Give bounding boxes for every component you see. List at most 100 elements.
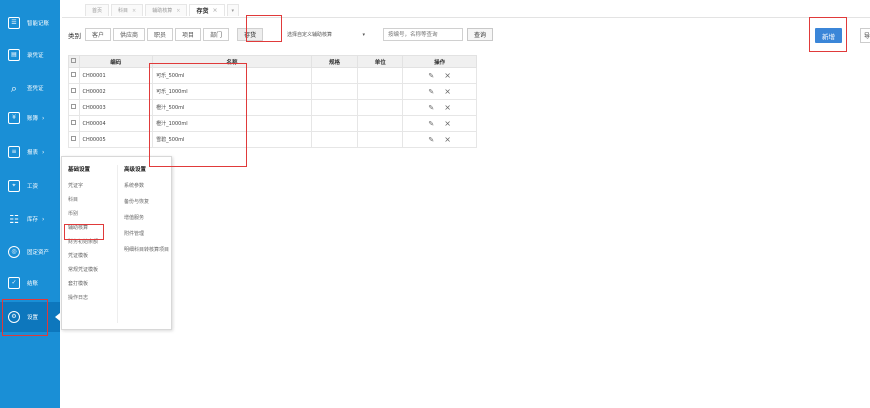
col-code: 编码 — [78, 55, 154, 68]
cell-actions: ✎ × — [402, 67, 477, 84]
monitor-icon: ☰ — [8, 17, 20, 29]
checkbox-icon — [71, 120, 77, 125]
delete-icon[interactable]: × — [444, 135, 451, 144]
menu-item-account-to-project[interactable]: 明细科目转核算项目 — [124, 246, 174, 254]
cell-actions: ✎ × — [402, 115, 477, 132]
custom-select-value: 选择自定义辅助核算 — [287, 32, 333, 38]
tab-label: 科目 — [118, 8, 129, 14]
chip-staff[interactable]: 职员 — [147, 28, 174, 41]
sidebar-item-payroll[interactable]: ⌖ 工资 — [0, 171, 60, 201]
highlight-name-column — [149, 63, 247, 167]
sidebar-item-ledger[interactable]: ¥ 账簿 › — [0, 103, 60, 133]
query-button[interactable]: 查询 — [467, 28, 493, 41]
tab-label: 辅助核算 — [152, 8, 173, 14]
cell-spec — [310, 99, 359, 116]
delete-icon[interactable]: × — [444, 103, 451, 112]
menu-item-voucher-template[interactable]: 凭证模板 — [68, 252, 98, 266]
menu-item-operation-log[interactable]: 操作日志 — [68, 294, 98, 308]
table-row: CH00001 可乐_500ml ✎ × — [68, 67, 477, 84]
chip-supplier[interactable]: 供应商 — [113, 28, 146, 41]
menu-item-voucher-type[interactable]: 凭证字 — [68, 182, 98, 196]
voucher-icon: ▤ — [8, 49, 20, 61]
highlight-inventory-chip — [246, 15, 282, 42]
cell-spec — [310, 67, 359, 84]
import-button[interactable]: 导 — [860, 28, 870, 43]
cell-code: CH00003 — [78, 99, 154, 116]
sidebar-item-reports[interactable]: ≡ 报表 › — [0, 137, 60, 167]
chevron-down-icon: ▾ — [362, 31, 365, 38]
col-spec: 规格 — [310, 55, 359, 68]
tab-dropdown[interactable]: ▾ — [226, 4, 240, 16]
search-input[interactable] — [383, 28, 463, 41]
row-checkbox[interactable] — [68, 83, 80, 100]
cell-unit — [357, 67, 404, 84]
row-checkbox[interactable] — [68, 99, 80, 116]
chip-project[interactable]: 项目 — [175, 28, 202, 41]
edit-icon[interactable]: ✎ — [428, 88, 434, 96]
menu-item-accounts[interactable]: 科目 — [68, 196, 98, 210]
sidebar-item-inventory[interactable]: ☷ 库存 › — [0, 204, 60, 234]
cell-code: CH00005 — [78, 131, 154, 148]
tab-auxiliary-accounting[interactable]: 辅助核算 × — [145, 4, 188, 16]
sidebar-item-query-voucher[interactable]: ⌕ 查凭证 — [0, 73, 60, 103]
tab-label: 首页 — [92, 8, 103, 14]
category-label: 类别 — [68, 31, 81, 40]
delete-icon[interactable]: × — [444, 71, 451, 80]
menu-divider — [117, 165, 118, 323]
edit-icon[interactable]: ✎ — [428, 72, 434, 80]
tab-home[interactable]: 首页 — [85, 4, 110, 16]
select-all-checkbox[interactable] — [68, 55, 80, 68]
tab-divider — [62, 17, 870, 18]
sidebar-item-label: 库存 — [27, 217, 39, 223]
settings-menu: 基础设置 凭证字 科目 币别 辅助核算 财务初始余额 凭证模板 常规凭证模板 套… — [61, 156, 172, 330]
row-checkbox[interactable] — [68, 67, 80, 84]
menu-item-opening-balance[interactable]: 财务初始余额 — [68, 238, 98, 252]
delete-icon[interactable]: × — [444, 119, 451, 128]
menu-item-print-template[interactable]: 套打模板 — [68, 280, 98, 294]
row-checkbox[interactable] — [68, 115, 80, 132]
highlight-add-button — [809, 17, 847, 52]
custom-auxiliary-select[interactable]: 选择自定义辅助核算 ▾ — [287, 28, 369, 41]
edit-icon[interactable]: ✎ — [428, 104, 434, 112]
edit-icon[interactable]: ✎ — [428, 120, 434, 128]
col-actions: 操作 — [402, 55, 477, 68]
payroll-icon: ⌖ — [8, 180, 20, 192]
category-filter: 类别 客户 供应商 职员 项目 部门 存货 — [68, 26, 265, 43]
close-icon[interactable]: × — [212, 7, 217, 14]
menu-item-backup-restore[interactable]: 备份与恢复 — [124, 198, 174, 214]
menu-item-common-voucher-template[interactable]: 常规凭证模板 — [68, 266, 98, 280]
cell-actions: ✎ × — [402, 83, 477, 100]
tab-inventory[interactable]: 存货 × — [189, 4, 225, 16]
menu-item-currency[interactable]: 币别 — [68, 210, 98, 224]
chip-department[interactable]: 部门 — [203, 28, 230, 41]
highlight-auxiliary-menu-item — [64, 224, 104, 240]
delete-icon[interactable]: × — [444, 87, 451, 96]
tab-label: 存货 — [196, 8, 209, 15]
sidebar: ☰ 智能记账 ▤ 录凭证 ⌕ 查凭证 ¥ 账簿 › ≡ 报表 › ⌖ 工资 ☷ … — [0, 0, 60, 408]
inventory-table: 编码 名称 规格 单位 操作 CH00001 可乐_500ml ✎ × CH000… — [68, 55, 477, 148]
basic-settings-title: 基础设置 — [68, 167, 91, 173]
menu-item-attachments[interactable]: 附件管理 — [124, 230, 174, 246]
menu-item-system-params[interactable]: 系统参数 — [124, 182, 174, 198]
sidebar-item-enter-voucher[interactable]: ▤ 录凭证 — [0, 40, 60, 70]
checkbox-icon — [71, 104, 77, 109]
search-icon: ⌕ — [10, 81, 18, 95]
row-checkbox[interactable] — [68, 131, 80, 148]
sidebar-item-fixed-assets[interactable]: ◎ 固定资产 — [0, 237, 60, 267]
table-row: CH00002 可乐_1000ml ✎ × — [68, 83, 477, 100]
sidebar-item-label: 查凭证 — [27, 86, 44, 92]
chip-customer[interactable]: 客户 — [85, 28, 112, 41]
close-icon[interactable]: × — [176, 8, 180, 14]
edit-icon[interactable]: ✎ — [428, 136, 434, 144]
checkbox-icon — [71, 58, 77, 63]
sidebar-item-label: 账簿 — [27, 116, 39, 122]
cell-actions: ✎ × — [402, 99, 477, 116]
check-icon: ✓ — [8, 277, 20, 289]
cell-unit — [357, 131, 404, 148]
close-icon[interactable]: × — [132, 8, 136, 14]
menu-item-value-added[interactable]: 增值服务 — [124, 214, 174, 230]
tab-accounts[interactable]: 科目 × — [111, 4, 144, 16]
sidebar-item-smart-bookkeeping[interactable]: ☰ 智能记账 — [0, 8, 60, 38]
sidebar-item-closing[interactable]: ✓ 结账 — [0, 268, 60, 298]
chevron-right-icon: › — [42, 114, 45, 122]
